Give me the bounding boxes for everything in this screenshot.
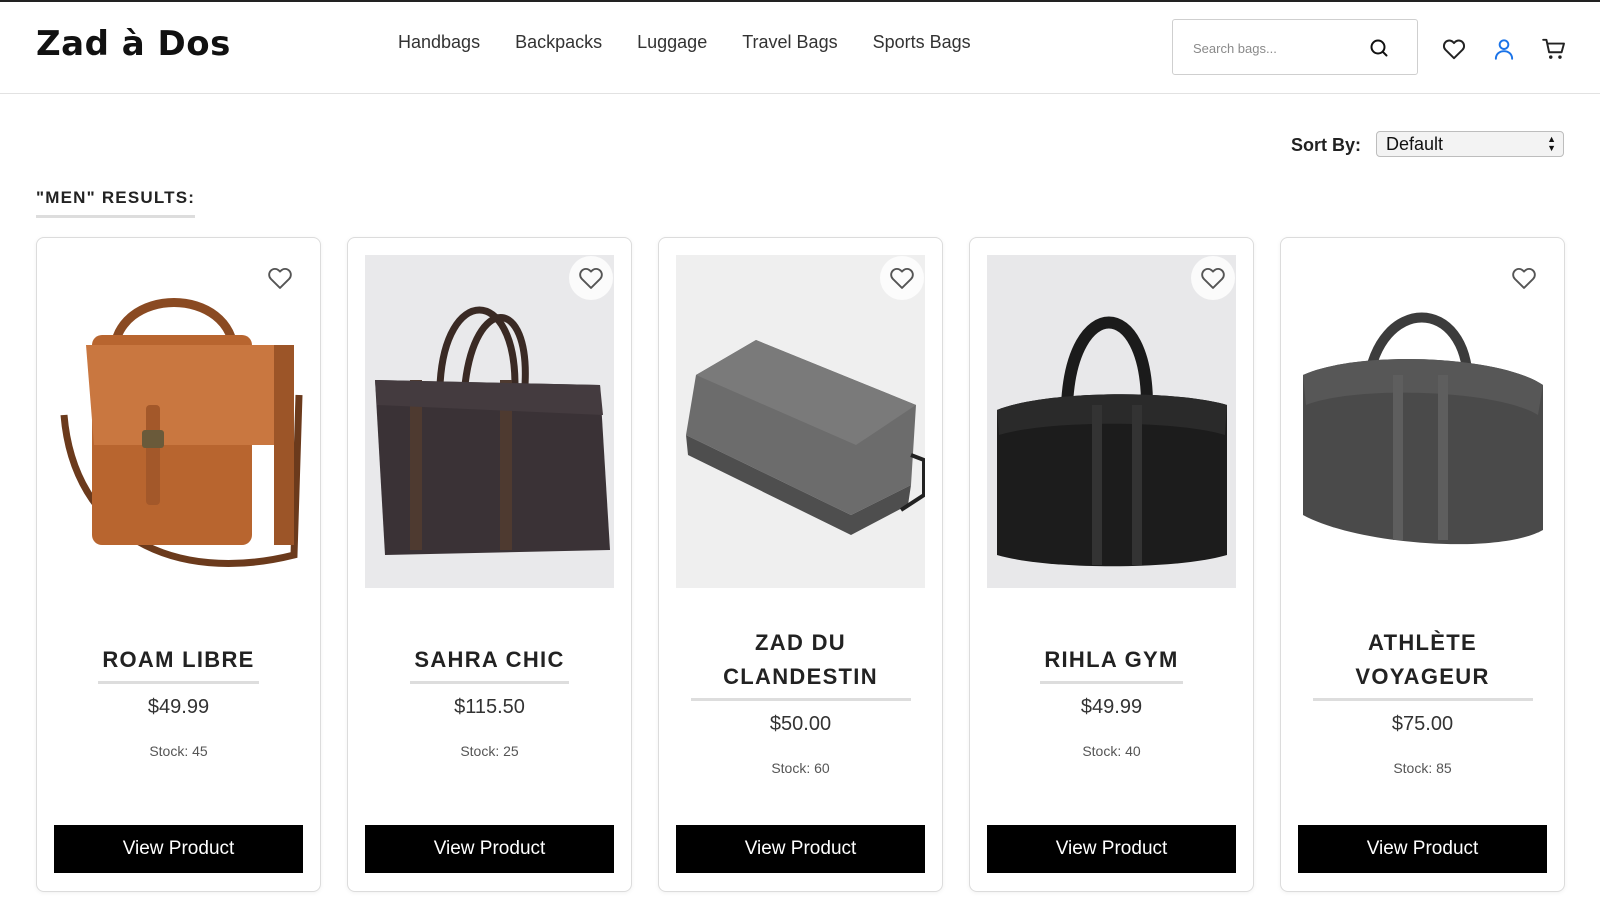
product-name[interactable]: ROAM LIBRE [98,643,259,684]
product-price: $75.00 [1391,713,1454,735]
nav-travel-bags[interactable]: Travel Bags [742,32,837,53]
wishlist-heart-icon[interactable] [1502,256,1546,300]
sort-selected-value: Default [1386,134,1444,154]
product-info: RIHLA GYM $49.99 Stock: 40 [970,643,1253,759]
view-product-button[interactable]: View Product [1298,825,1547,873]
sort-select[interactable]: Default ▲ ▼ [1376,131,1564,157]
search-input[interactable] [1191,38,1371,58]
view-product-button[interactable]: View Product [54,825,303,873]
view-product-button[interactable]: View Product [365,825,614,873]
nav-handbags[interactable]: Handbags [398,32,480,53]
product-name[interactable]: SAHRA CHIC [410,643,569,684]
product-name[interactable]: ZAD DU CLANDESTIN [690,626,911,701]
product-card: SAHRA CHIC $115.50 Stock: 25 View Produc… [347,237,632,892]
product-info: ZAD DU CLANDESTIN $50.00 Stock: 60 [659,626,942,776]
product-stock: Stock: 85 [1393,760,1452,776]
wishlist-heart-icon[interactable] [1191,256,1235,300]
nav-sports-bags[interactable]: Sports Bags [873,32,971,53]
product-card: ZAD DU CLANDESTIN $50.00 Stock: 60 View … [658,237,943,892]
search-box [1172,19,1418,75]
product-price: $49.99 [147,696,210,718]
product-stock: Stock: 25 [460,743,519,759]
product-name[interactable]: RIHLA GYM [1040,643,1183,684]
heart-icon[interactable] [1441,36,1467,62]
results-title: "MEN" RESULTS: [36,188,196,218]
main-nav: Handbags Backpacks Luggage Travel Bags S… [398,32,1006,53]
product-info: ATHLÈTE VOYAGEUR $75.00 Stock: 85 [1281,626,1564,776]
product-price: $115.50 [454,696,525,718]
wishlist-heart-icon[interactable] [880,256,924,300]
product-info: SAHRA CHIC $115.50 Stock: 25 [348,643,631,759]
product-image[interactable] [365,255,614,588]
wishlist-heart-icon[interactable] [258,256,302,300]
product-price: $50.00 [769,713,832,735]
product-image[interactable] [987,255,1236,588]
product-stock: Stock: 60 [771,760,830,776]
product-info: ROAM LIBRE $49.99 Stock: 45 [37,643,320,759]
select-arrows-icon: ▲ ▼ [1547,134,1556,153]
view-product-button[interactable]: View Product [676,825,925,873]
sort-label: Sort By: [1291,135,1362,155]
nav-luggage[interactable]: Luggage [637,32,707,53]
product-price: $49.99 [1080,696,1143,718]
cart-icon[interactable] [1541,36,1567,62]
product-card: ATHLÈTE VOYAGEUR $75.00 Stock: 85 View P… [1280,237,1565,892]
product-stock: Stock: 45 [149,743,208,759]
product-image[interactable] [1298,255,1547,588]
nav-backpacks[interactable]: Backpacks [515,32,602,53]
product-stock: Stock: 40 [1082,743,1141,759]
product-card: RIHLA GYM $49.99 Stock: 40 View Product [969,237,1254,892]
site-logo[interactable]: Zad à Dos [36,24,231,64]
wishlist-heart-icon[interactable] [569,256,613,300]
search-icon[interactable] [1368,37,1390,59]
site-header: Zad à Dos Handbags Backpacks Luggage Tra… [0,2,1600,94]
view-product-button[interactable]: View Product [987,825,1236,873]
product-image[interactable] [54,255,303,588]
user-icon[interactable] [1491,36,1517,62]
product-card: ROAM LIBRE $49.99 Stock: 45 View Product [36,237,321,892]
product-image[interactable] [676,255,925,588]
product-name[interactable]: ATHLÈTE VOYAGEUR [1312,626,1533,701]
